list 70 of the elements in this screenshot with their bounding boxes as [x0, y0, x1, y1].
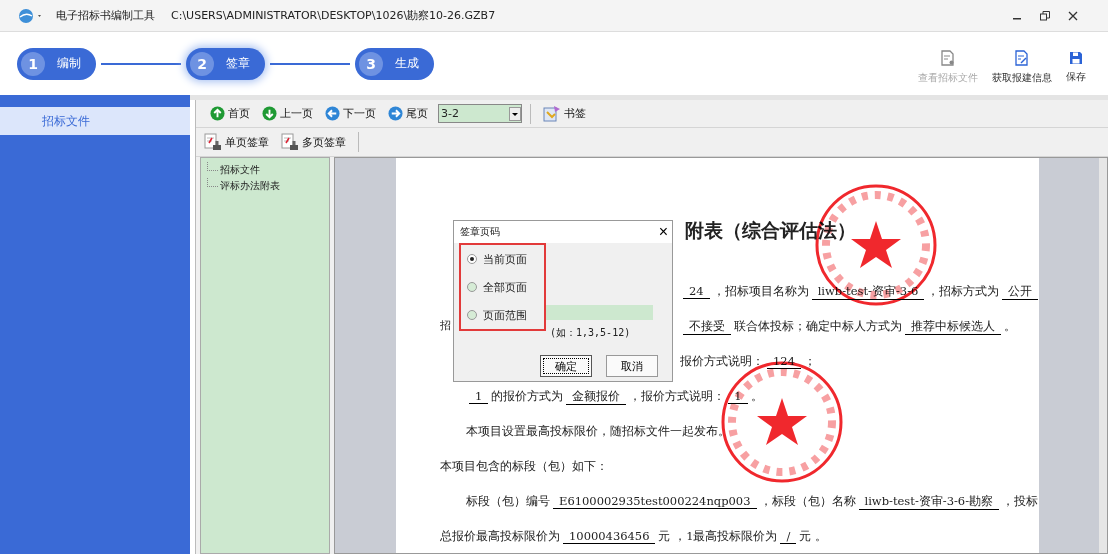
document-text: 。 [750, 389, 763, 404]
range-hint: (如：1,3,5-12) [550, 326, 632, 340]
arrow-circle-icon [325, 106, 340, 121]
document-text: ，标段（包）名称 [759, 494, 856, 509]
document-icon [1015, 50, 1029, 66]
save-icon [1069, 51, 1083, 65]
document-text: 本项目设置最高投标限价，随招标文件一起发布。 [466, 424, 730, 439]
arrow-circle-icon [388, 106, 403, 121]
bookmark-button[interactable]: 书签 [539, 105, 590, 122]
stamp-document-icon [281, 133, 299, 151]
sidebar-item[interactable]: 招标文件 [0, 107, 190, 135]
document-text: 报价方式说明： [680, 354, 764, 369]
sign-button[interactable]: 单页签章 [200, 133, 273, 151]
document-text: ，投标 [1002, 494, 1039, 509]
app-logo-icon[interactable] [18, 7, 44, 24]
filled-value: 24 [683, 284, 710, 299]
document-text: 本项目包含的标段（包）如下： [440, 459, 608, 474]
close-button[interactable]: × [658, 224, 668, 240]
close-icon[interactable] [1068, 10, 1078, 21]
filled-value: 1 [469, 389, 489, 404]
nav-button[interactable]: 首页 [206, 106, 254, 121]
filled-value: 1 [728, 389, 748, 404]
arrow-circle-icon [210, 106, 225, 121]
step-pill[interactable]: 1 编制 [17, 47, 96, 80]
action-button[interactable]: 保存 [1066, 51, 1086, 84]
range-field[interactable] [546, 305, 653, 320]
nav-button[interactable]: 下一页 [321, 106, 380, 121]
document-text: 。 [1004, 319, 1016, 334]
document-text: ，招标项目名称为 [712, 284, 809, 299]
filled-value: 公开 [1002, 284, 1039, 300]
bookmark-icon [543, 105, 561, 122]
step-pill[interactable]: 3 生成 [355, 47, 434, 80]
radio-option[interactable]: 全部页面 [467, 279, 544, 295]
document-text: ； [803, 354, 816, 369]
cancel-button[interactable]: 取消 [606, 355, 658, 377]
step-pill[interactable]: 2 签章 [186, 47, 265, 80]
document-text: 总报价最高投标限价为 [440, 529, 560, 544]
document-text: 的报价方式为 [491, 389, 564, 404]
restore-icon[interactable] [1040, 10, 1050, 21]
document-text: 标段（包）编号 [466, 494, 550, 509]
document-text: ，招标方式为 [927, 284, 1000, 299]
radio-option[interactable]: 当前页面 [467, 251, 544, 267]
nav-button[interactable]: 上一页 [258, 106, 317, 121]
document-text: 招 [440, 319, 451, 331]
file-path: C:\USERS\ADMINISTRATOR\DESKTOP\1026\勘察10-26.GZB7 [171, 8, 496, 23]
dialog-title: 签章页码 [460, 225, 500, 239]
outline-item[interactable]: 招标文件 [220, 163, 260, 177]
document-text: 元 ，1最高投标限价为 [658, 529, 778, 544]
arrow-circle-icon [262, 106, 277, 121]
document-text: ，报价方式说明： [629, 389, 726, 404]
app-name: 电子招标书编制工具 [56, 8, 155, 23]
nav-button[interactable]: 尾页 [384, 106, 432, 121]
filled-value: 推荐中标候选人 [905, 319, 1001, 335]
page-combo[interactable]: 3-2 [438, 104, 522, 123]
scrollbar[interactable] [1099, 158, 1107, 553]
filled-value: 10000436456 [563, 529, 656, 544]
filled-value: 金额报价 [566, 389, 627, 405]
filled-value: / [780, 529, 797, 544]
document-icon [941, 50, 955, 66]
sign-button[interactable]: 多页签章 [277, 133, 350, 151]
filled-value: liwb-test-资审-3-6-勘察 [858, 494, 1000, 510]
filled-value: E6100002935test000224nqp003 [553, 494, 757, 509]
action-button[interactable]: 获取报建信息 [992, 50, 1052, 85]
outline-item[interactable]: 评标办法附表 [220, 179, 280, 193]
filled-value: 不接受 [683, 319, 731, 335]
radio-option[interactable]: 页面范围 [467, 307, 544, 323]
ok-button[interactable]: 确定 [540, 355, 592, 377]
document-text: 联合体投标；确定中标人方式为 [734, 319, 902, 334]
document-text: 元 。 [799, 529, 827, 544]
stamp-document-icon [204, 133, 222, 151]
